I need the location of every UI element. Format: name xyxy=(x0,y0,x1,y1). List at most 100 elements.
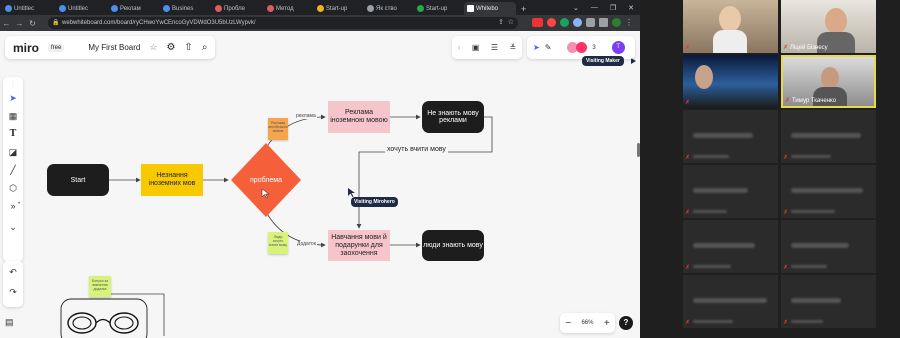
browser-tab[interactable]: Busines xyxy=(160,2,212,15)
left-toolbar: ⋮ ➤ ▦ T ◪ ╱ ⬡ » • ⌄ xyxy=(3,77,23,262)
browser-tab[interactable]: Untitlec xyxy=(2,2,54,15)
text-tool-icon[interactable]: T xyxy=(3,129,23,139)
avatar[interactable] xyxy=(576,42,588,53)
youtube-extension-icon[interactable] xyxy=(547,18,556,27)
participant-video-tile[interactable]: ✗ xyxy=(683,0,778,53)
select-cursor-icon[interactable]: ➤ xyxy=(3,93,23,104)
mic-muted-icon: ✗ xyxy=(685,100,691,106)
participant-video-tile[interactable]: ✗ xyxy=(683,110,778,163)
training-node[interactable]: Навчання мови й подарунки для заохочення xyxy=(328,230,390,261)
user-avatar[interactable]: T xyxy=(611,41,625,54)
ad-node[interactable]: Реклама іноземною мовою xyxy=(328,101,390,133)
start-node[interactable]: Start xyxy=(47,164,109,196)
more-tools-icon[interactable]: ≚ xyxy=(510,43,517,52)
connection-line-icon[interactable]: ╱ xyxy=(3,165,23,176)
drawing-box xyxy=(60,298,148,338)
tab-search-button[interactable]: ⌄ xyxy=(573,4,579,12)
sticky-note[interactable]: Реклама англійською мовою xyxy=(268,118,288,140)
drag-handle-icon[interactable]: ⋮ xyxy=(3,81,23,88)
sidebar-icon[interactable] xyxy=(599,18,608,27)
new-tab-button[interactable]: + xyxy=(518,2,530,15)
tab-favicon-icon xyxy=(367,5,374,12)
browser-tab[interactable]: Untitlec xyxy=(56,2,108,15)
help-button[interactable]: ? xyxy=(619,316,633,330)
participant-face xyxy=(821,67,839,89)
sticky-note[interactable]: Люди хочуть вчити мову xyxy=(268,232,288,254)
participant-video-tile[interactable]: ✗ xyxy=(781,275,876,328)
participant-video-tile[interactable]: ✗ xyxy=(781,220,876,273)
participant-video-tile[interactable]: ✗ xyxy=(781,110,876,163)
undo-icon[interactable]: ↶ xyxy=(3,267,23,278)
browser-tab[interactable]: Start-up xyxy=(414,2,464,15)
dont-know-node[interactable]: Не знають мову реклами xyxy=(422,101,484,133)
browser-address-bar: ← → ↻ 🔒 webwhiteboard.com/board/ryCHwoYw… xyxy=(0,15,640,31)
mic-muted-icon: ✗ xyxy=(685,265,691,271)
miro-board-app[interactable]: Start Незнання іноземних мов проблема Ре… xyxy=(0,31,640,338)
board-title[interactable]: My First Board xyxy=(88,43,140,52)
celebrate-icon[interactable]: ✎ xyxy=(545,43,552,52)
zoom-out-button[interactable]: − xyxy=(565,318,571,329)
frame-template-icon[interactable]: ▦ xyxy=(3,111,23,122)
zoom-in-button[interactable]: + xyxy=(604,318,610,329)
tab-favicon-icon xyxy=(467,5,474,12)
export-upload-icon[interactable]: ⇧ xyxy=(184,42,192,53)
mic-muted-icon: ✗ xyxy=(685,210,691,216)
more-menu-icon[interactable]: ⋮ xyxy=(625,18,633,27)
comment-reaction-icon[interactable]: ▣ xyxy=(472,43,480,52)
minimize-button[interactable]: — xyxy=(591,4,598,11)
expand-down-icon[interactable]: ⌄ xyxy=(3,222,23,233)
browser-tab[interactable]: Реклам xyxy=(108,2,160,15)
settings-gear-icon[interactable]: ⚙ xyxy=(166,42,175,53)
visitor-cursor-label: Visiting Mirohero xyxy=(351,197,398,207)
profile-avatar[interactable] xyxy=(612,18,621,27)
browser-tab[interactable]: Метод xyxy=(264,2,314,15)
shapes-icon[interactable]: ⬡ xyxy=(3,183,23,194)
browser-tab[interactable]: Start-up xyxy=(314,2,364,15)
visitor-cursor-icon xyxy=(631,58,636,64)
extension-icon[interactable] xyxy=(560,18,569,27)
tab-favicon-icon xyxy=(317,5,324,12)
browser-tab-active[interactable]: Whitebo xyxy=(464,2,516,15)
participant-video-tile-active[interactable]: ✗ Тимур Ткаченко xyxy=(781,55,876,108)
close-window-button[interactable]: ✕ xyxy=(628,4,634,12)
sticky-note[interactable]: Бонуси за вивчення додатка xyxy=(89,276,111,297)
participant-video-tile[interactable]: ✗ Ліцей Бізнесу xyxy=(781,0,876,53)
miro-logo[interactable]: miro xyxy=(13,41,39,55)
plan-badge[interactable]: free xyxy=(48,43,65,52)
extension-icon[interactable] xyxy=(532,18,543,27)
bookmark-star-icon[interactable]: ☆ xyxy=(508,17,514,29)
browser-tab[interactable]: Пробле xyxy=(212,2,264,15)
maximize-button[interactable]: ❐ xyxy=(610,4,616,12)
search-icon[interactable]: ⌕ xyxy=(202,42,208,53)
ignorance-node[interactable]: Незнання іноземних мов xyxy=(141,164,203,196)
redo-icon[interactable]: ↷ xyxy=(3,287,23,298)
grammarly-extension-icon[interactable] xyxy=(573,18,582,27)
edge-label-app: Додаток xyxy=(296,241,317,247)
board-header: miro free My First Board ☆ ⚙ ⇧ ⌕ xyxy=(5,36,216,59)
puzzle-extensions-icon[interactable] xyxy=(586,18,595,27)
participant-video-tile[interactable]: ✗ xyxy=(683,275,778,328)
participant-body xyxy=(713,30,747,53)
url-field[interactable]: 🔒 webwhiteboard.com/board/ryCHwoYwCEncoG… xyxy=(48,17,518,29)
browser-tab[interactable]: Як ство xyxy=(364,2,414,15)
cursor-follow-icon[interactable]: ➤ xyxy=(533,43,540,52)
star-icon[interactable]: ☆ xyxy=(149,42,157,53)
back-icon[interactable]: ← xyxy=(0,19,13,28)
participant-video-tile[interactable]: ✗ xyxy=(683,220,778,273)
share-icon[interactable]: ⇪ xyxy=(498,17,504,29)
notes-list-icon[interactable]: ☰ xyxy=(491,43,498,52)
participant-video-tile[interactable]: ✗ xyxy=(683,165,778,218)
forward-icon[interactable]: → xyxy=(13,19,26,28)
screen: Untitlec Untitlec Реклам Busines Пробле … xyxy=(0,0,900,338)
doodle-circle xyxy=(72,316,92,330)
edge-label-ad: реклама xyxy=(295,113,317,119)
reload-icon[interactable]: ↻ xyxy=(26,19,39,28)
video-call-panel: ✗ ✗ Ліцей Бізнесу ✗ ✗ Тимур Ткаченко ✗ ✗… xyxy=(640,0,900,338)
participant-video-tile[interactable]: ✗ xyxy=(683,55,778,108)
know-node[interactable]: люди знають мову xyxy=(422,230,484,261)
sticky-note-icon[interactable]: ◪ xyxy=(3,147,23,158)
chevron-right-icon[interactable]: › xyxy=(458,43,461,52)
board-panel-toggle-icon[interactable]: ▤ xyxy=(5,317,14,328)
zoom-level[interactable]: 66% xyxy=(581,320,593,326)
participant-video-tile[interactable]: ✗ xyxy=(781,165,876,218)
